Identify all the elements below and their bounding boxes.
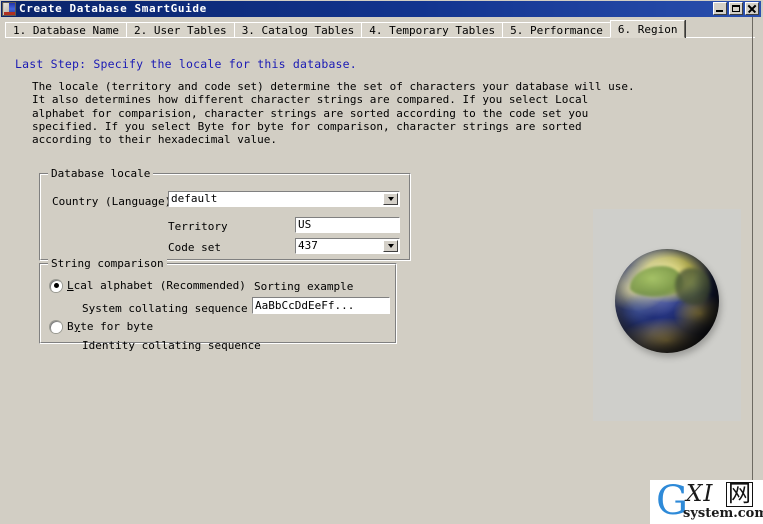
radio-local-alphabet-label: Lcal alphabet (Recommended) <box>67 279 246 292</box>
radio-local-alphabet[interactable]: Lcal alphabet (Recommended) <box>50 279 246 292</box>
code-set-dropdown-arrow[interactable] <box>383 240 398 252</box>
country-language-label: Country (Language) <box>52 195 172 208</box>
create-database-smartguide-window: Create Database SmartGuide 1. Database N… <box>0 0 763 524</box>
radio-byte-for-byte-label: Byte for byte <box>67 320 154 333</box>
minimize-button[interactable] <box>713 2 727 15</box>
window-title: Create Database SmartGuide <box>19 2 207 15</box>
code-set-label: Code set <box>168 241 221 254</box>
window-controls <box>713 2 759 15</box>
code-set-combo[interactable]: 437 <box>295 238 400 254</box>
tab-region[interactable]: 6. Region <box>609 20 686 38</box>
title-bar[interactable]: Create Database SmartGuide <box>1 1 761 17</box>
illustration-panel <box>593 209 741 421</box>
database-locale-group-title: Database locale <box>48 167 154 180</box>
radio-local-alphabet-indicator <box>50 279 62 292</box>
site-watermark: G XI 网 system.com <box>650 480 763 524</box>
code-set-value: 437 <box>298 239 318 252</box>
sorting-example-value: AaBbCcDdEeFf... <box>252 297 390 314</box>
close-button[interactable] <box>745 2 759 15</box>
tab-catalog-tables[interactable]: 3. Catalog Tables <box>233 22 363 38</box>
page-description: The locale (territory and code set) dete… <box>32 80 635 147</box>
database-locale-group: Database locale Country (Language) defau… <box>39 167 411 261</box>
watermark-domain: system.com <box>683 506 763 521</box>
tab-user-tables[interactable]: 2. User Tables <box>125 22 235 38</box>
territory-label: Territory <box>168 220 228 233</box>
dialog-client-area: 1. Database Name 2. User Tables 3. Catal… <box>1 17 761 523</box>
watermark-cjk-glyph: 网 <box>726 481 753 507</box>
local-alphabet-sublabel: System collating sequence <box>82 302 248 315</box>
string-comparison-group-title: String comparison <box>48 257 167 270</box>
byte-for-byte-sublabel: Identity collating sequence <box>82 339 261 352</box>
radio-byte-for-byte-indicator <box>50 320 62 333</box>
page-title: Last Step: Specify the locale for this d… <box>15 57 357 71</box>
app-icon <box>2 2 16 16</box>
tab-performance[interactable]: 5. Performance <box>502 22 611 38</box>
maximize-button[interactable] <box>729 2 743 15</box>
sorting-example-label: Sorting example <box>254 280 354 293</box>
country-language-combo[interactable]: default <box>168 191 400 207</box>
tab-database-name[interactable]: 1. Database Name <box>5 22 127 38</box>
country-language-value: default <box>171 192 218 205</box>
territory-input[interactable]: US <box>295 217 400 233</box>
tab-temporary-tables[interactable]: 4. Temporary Tables <box>361 22 504 38</box>
wizard-tab-strip: 1. Database Name 2. User Tables 3. Catal… <box>5 20 686 38</box>
watermark-letters-xi: XI <box>686 481 714 507</box>
string-comparison-group: String comparison Lcal alphabet (Recomme… <box>39 257 397 352</box>
radio-byte-for-byte[interactable]: Byte for byte <box>50 320 153 333</box>
earth-globe-image <box>615 249 719 353</box>
country-language-dropdown-arrow[interactable] <box>383 193 398 205</box>
